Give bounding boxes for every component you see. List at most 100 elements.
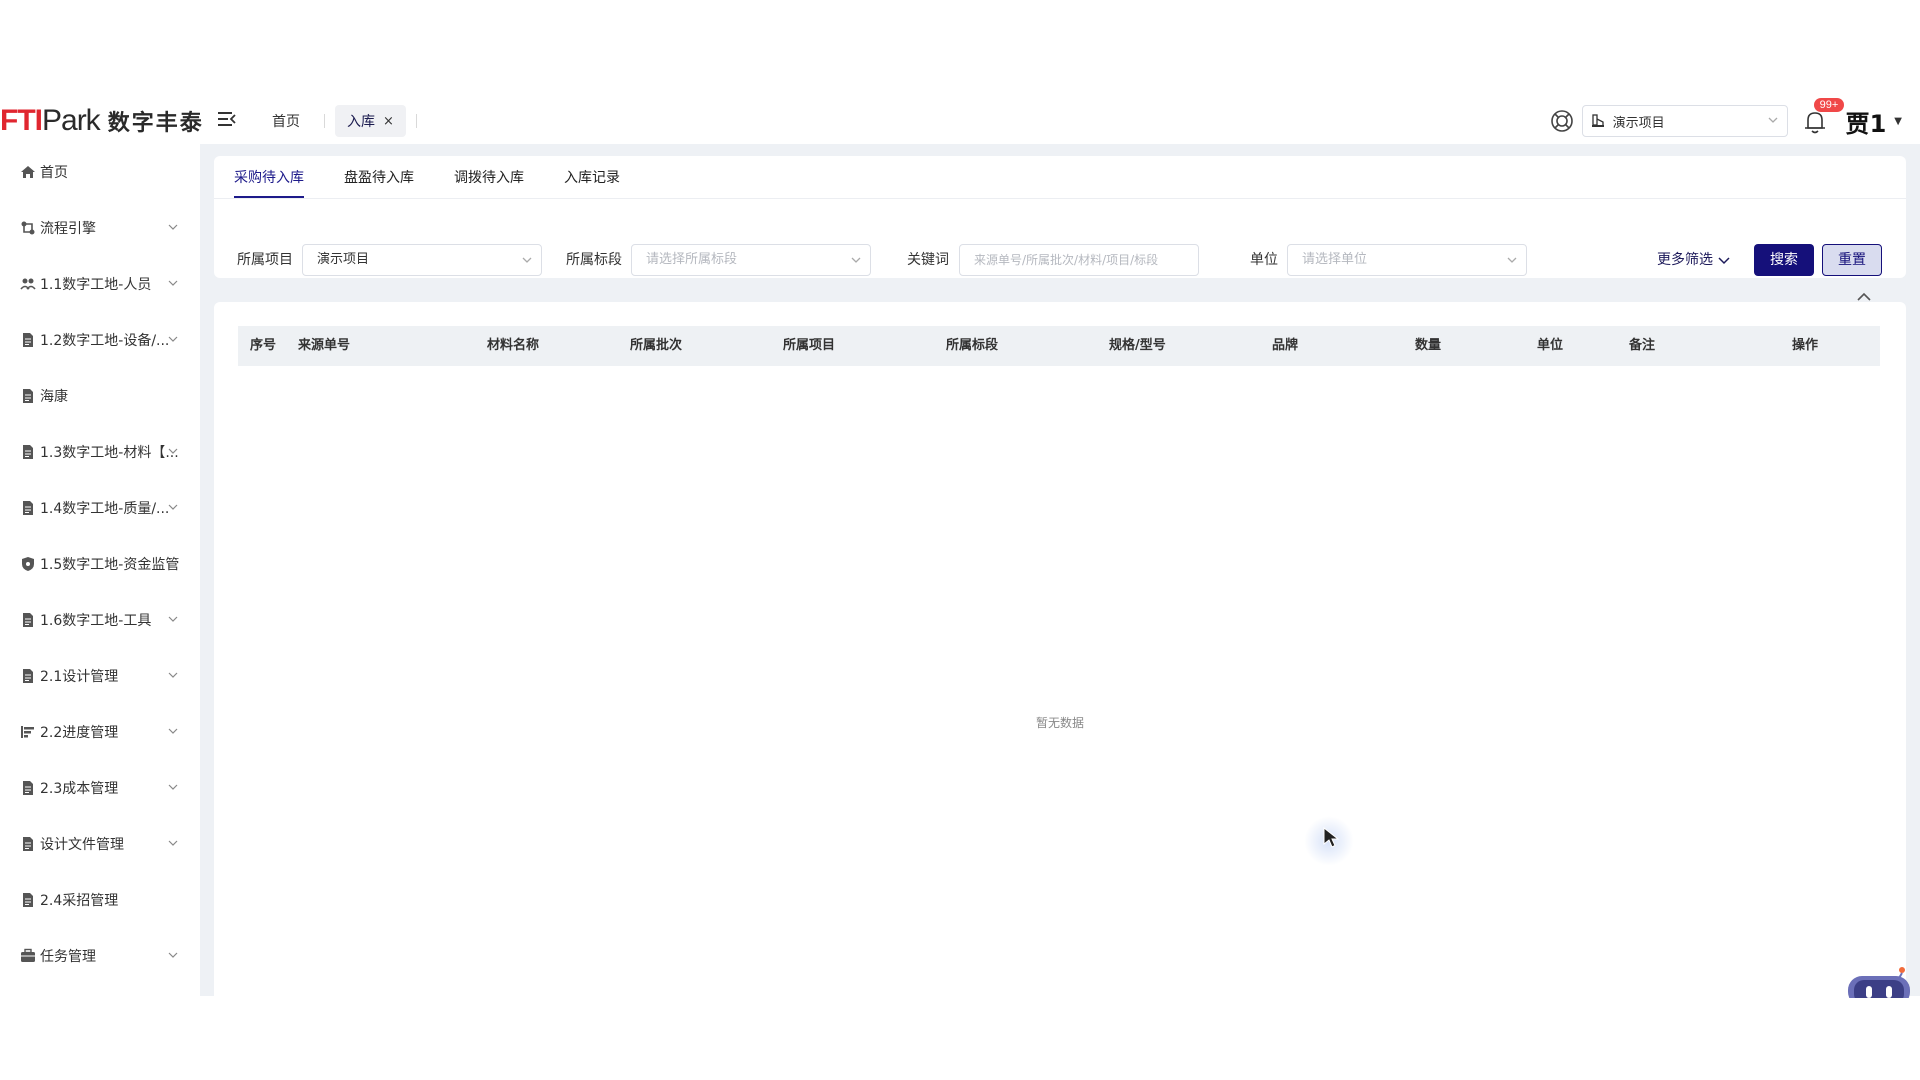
- sidebar-item-personnel[interactable]: 1.1数字工地-人员: [0, 264, 200, 304]
- section-filter-select[interactable]: 请选择所属标段: [631, 244, 871, 276]
- logo-text-fti: FTI: [0, 104, 43, 137]
- document-icon: [23, 613, 33, 627]
- unit-filter-select[interactable]: 请选择单位: [1287, 244, 1527, 276]
- chevron-down-icon: [168, 840, 178, 846]
- document-icon: [23, 669, 33, 683]
- flow-icon: [21, 221, 35, 235]
- tab-inbound[interactable]: 入库 ×: [335, 105, 406, 137]
- tab-surplus-pending[interactable]: 盘盈待入库: [344, 156, 414, 198]
- brand-logo: FTI Park 数字丰泰: [0, 98, 204, 144]
- inbound-subtabs: 采购待入库 盘盈待入库 调拨待入库 入库记录: [234, 156, 660, 198]
- help-icon[interactable]: [1550, 109, 1574, 133]
- sidebar-item-design[interactable]: 2.1设计管理: [0, 656, 200, 696]
- sidebar-item-label: 1.6数字工地-工具: [40, 613, 152, 629]
- divider: [214, 198, 1906, 199]
- chevron-down-icon: [168, 672, 178, 678]
- shield-icon: [22, 557, 34, 571]
- project-switcher[interactable]: 演示项目: [1581, 105, 1788, 137]
- chevron-down-icon: [522, 257, 532, 263]
- sidebar-item-hikvision[interactable]: 海康: [0, 376, 200, 416]
- keyword-input[interactable]: 来源单号/所属批次/材料/项目/标段: [959, 244, 1199, 276]
- more-filters-toggle[interactable]: 更多筛选: [1657, 244, 1731, 276]
- column-header: 材料名称: [487, 338, 540, 353]
- chevron-down-icon: [168, 728, 178, 734]
- chevron-down-icon: [168, 224, 178, 230]
- project-switcher-value: 演示项目: [1612, 115, 1665, 131]
- section-filter-label: 所属标段: [566, 252, 622, 268]
- sidebar-item-label: 1.1数字工地-人员: [40, 277, 152, 293]
- sidebar-item-label: 2.1设计管理: [40, 669, 119, 685]
- chevron-down-icon: [1768, 117, 1778, 123]
- sidebar-item-label: 设计文件管理: [40, 837, 124, 853]
- assistant-bot-icon[interactable]: [1846, 966, 1912, 998]
- sidebar-item-label: 1.4数字工地-质量/...: [40, 501, 170, 517]
- search-button[interactable]: 搜索: [1754, 244, 1814, 276]
- column-header: 规格/型号: [1109, 338, 1166, 353]
- sidebar-item-procurement[interactable]: 2.4采招管理: [0, 880, 200, 920]
- sidebar-item-schedule[interactable]: 2.2进度管理: [0, 712, 200, 752]
- sidebar-item-flow-engine[interactable]: 流程引擎: [0, 208, 200, 248]
- sidebar-item-equipment[interactable]: 1.2数字工地-设备/...: [0, 320, 200, 360]
- briefcase-icon: [21, 948, 35, 962]
- sidebar-item-funds[interactable]: 1.5数字工地-资金监管: [0, 544, 200, 584]
- sidebar-item-materials[interactable]: 1.3数字工地-材料【...: [0, 432, 200, 472]
- chevron-down-icon: [168, 952, 178, 958]
- main-content: 采购待入库 盘盈待入库 调拨待入库 入库记录 所属项目 演示项目 所属标段 请选…: [200, 144, 1920, 996]
- filter-row: 所属项目 演示项目 所属标段 请选择所属标段 关键词 来源单号/所属批次/材料/…: [214, 244, 1906, 276]
- page-tabs: 首页 入库 ×: [258, 98, 427, 144]
- sidebar-item-design-files[interactable]: 设计文件管理: [0, 824, 200, 864]
- tab-inbound-label: 入库: [347, 114, 375, 130]
- close-icon[interactable]: ×: [383, 114, 394, 129]
- document-icon: [23, 501, 33, 515]
- chevron-down-icon: [168, 504, 178, 510]
- column-header: 备注: [1629, 338, 1656, 353]
- project-filter-label: 所属项目: [237, 252, 293, 268]
- reset-button[interactable]: 重置: [1822, 244, 1882, 276]
- notification-badge: 99+: [1813, 98, 1845, 112]
- project-filter-value: 演示项目: [317, 252, 370, 267]
- tab-home[interactable]: 首页: [258, 111, 314, 131]
- people-icon: [20, 278, 36, 290]
- section-filter-placeholder: 请选择所属标段: [646, 252, 738, 267]
- app-window: FTI Park 数字丰泰 首页 入库 × 演示项目 99+ 贾1 ▼ 首页 流…: [0, 0, 1920, 1080]
- sidebar-item-tools[interactable]: 1.6数字工地-工具: [0, 600, 200, 640]
- tab-purchase-pending[interactable]: 采购待入库: [234, 156, 304, 198]
- tab-transfer-pending[interactable]: 调拨待入库: [454, 156, 524, 198]
- top-header: FTI Park 数字丰泰 首页 入库 × 演示项目 99+ 贾1 ▼: [0, 98, 1920, 144]
- chevron-down-icon: [168, 784, 178, 790]
- sidebar: 首页 流程引擎 1.1数字工地-人员 1.2数字工地-设备/... 海康 1.3…: [0, 144, 200, 996]
- sidebar-item-home[interactable]: 首页: [0, 152, 200, 192]
- tab-inbound-records[interactable]: 入库记录: [564, 156, 620, 198]
- sidebar-item-label: 2.4采招管理: [40, 893, 119, 909]
- sidebar-item-cost[interactable]: 2.3成本管理: [0, 768, 200, 808]
- unit-filter-placeholder: 请选择单位: [1302, 252, 1368, 267]
- column-header: 所属标段: [946, 338, 999, 353]
- chevron-down-icon: [1718, 257, 1730, 265]
- menu-collapse-icon[interactable]: [216, 108, 238, 130]
- logo-text-cn: 数字丰泰: [107, 111, 204, 136]
- sidebar-item-label: 流程引擎: [40, 221, 96, 237]
- column-header: 所属项目: [783, 338, 836, 353]
- document-icon: [23, 893, 33, 907]
- header-actions: 演示项目 99+ 贾1 ▼: [1550, 98, 1902, 144]
- mouse-pointer-icon: [1323, 826, 1340, 848]
- home-icon: [21, 166, 35, 178]
- notification-bell[interactable]: 99+: [1800, 98, 1845, 136]
- column-header: 序号: [250, 338, 277, 353]
- sidebar-item-label: 海康: [40, 389, 68, 405]
- sidebar-item-tasks[interactable]: 任务管理: [0, 936, 200, 976]
- filter-card: 采购待入库 盘盈待入库 调拨待入库 入库记录 所属项目 演示项目 所属标段 请选…: [214, 156, 1906, 278]
- sidebar-item-label: 1.2数字工地-设备/...: [40, 333, 170, 349]
- sidebar-item-quality[interactable]: 1.4数字工地-质量/...: [0, 488, 200, 528]
- document-icon: [23, 445, 33, 459]
- chevron-down-icon: [1507, 257, 1517, 263]
- sidebar-item-label: 2.2进度管理: [40, 725, 119, 741]
- column-header: 来源单号: [298, 338, 351, 353]
- table-header: 序号 来源单号 材料名称 所属批次 所属项目 所属标段 规格/型号 品牌 数量 …: [238, 326, 1880, 366]
- empty-state-text: 暂无数据: [1035, 716, 1084, 730]
- caret-down-icon[interactable]: ▼: [1894, 116, 1902, 127]
- document-icon: [23, 333, 33, 347]
- chevron-down-icon: [168, 336, 178, 342]
- project-filter-select[interactable]: 演示项目: [302, 244, 542, 276]
- user-menu[interactable]: 贾1: [1846, 104, 1887, 139]
